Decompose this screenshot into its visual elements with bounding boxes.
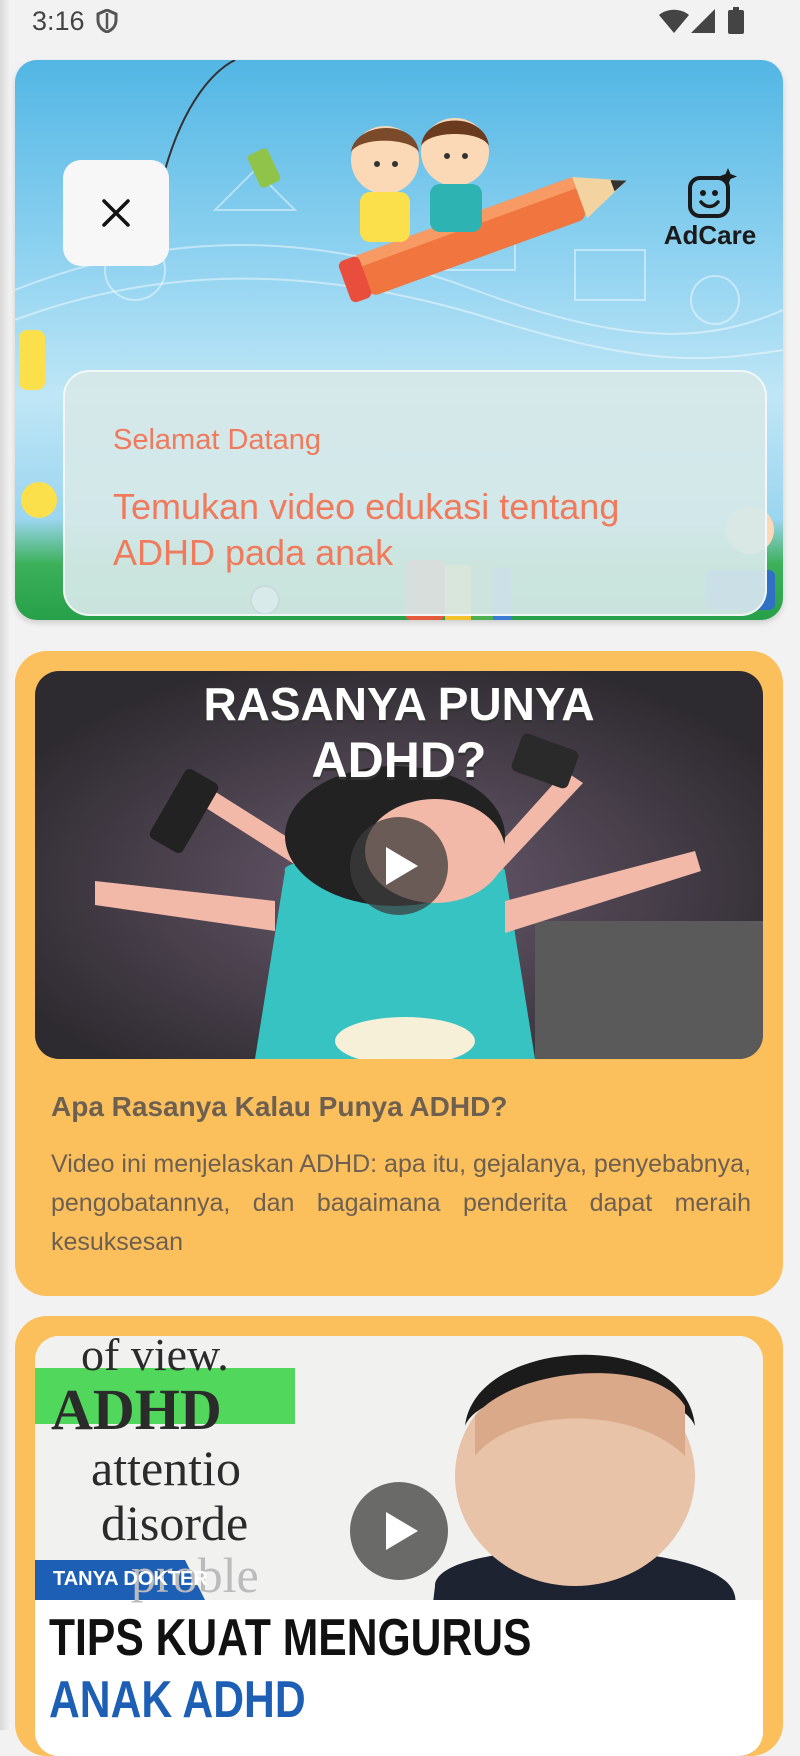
thumbnail-title-line-2: ANAK ADHD [49,1671,306,1729]
video-thumbnail[interactable]: of view. ADHD attentio disorde proble TA… [35,1336,763,1756]
close-button[interactable] [63,160,169,266]
welcome-greeting: Selamat Datang [113,424,321,456]
thumbnail-title-line-1: RASANYA PUNYA [203,678,595,730]
wifi-icon [659,9,689,33]
play-button[interactable] [350,817,448,915]
thumbnail-title-line-2: ADHD? [311,732,487,788]
brand-logo: AdCare [655,168,765,251]
video-card[interactable]: RASANYA PUNYA ADHD? Apa Rasanya Kalau Pu… [15,651,783,1296]
play-icon [386,847,418,885]
shield-icon [96,9,118,33]
welcome-card: Selamat Datang Temukan video edukasi ten… [63,370,767,616]
close-icon [102,199,130,227]
battery-icon [728,7,744,34]
signal-icon [691,9,715,33]
play-button[interactable] [350,1482,448,1580]
thumbnail-badge: TANYA DOKTER [53,1568,208,1590]
thumbnail-title: RASANYA PUNYA ADHD? [35,677,763,789]
dictionary-line: disorde [101,1495,249,1551]
dictionary-line: of view. [81,1336,229,1380]
dictionary-line: ADHD [51,1377,222,1442]
status-bar: 3:16 [0,0,800,44]
video-thumbnail[interactable]: RASANYA PUNYA ADHD? [35,671,763,1059]
video-card[interactable]: of view. ADHD attentio disorde proble TA… [15,1316,783,1756]
play-icon [386,1512,418,1550]
screen-edge [0,0,10,1730]
dictionary-line: attentio [91,1440,241,1496]
dictionary-text: of view. ADHD attentio disorde proble [51,1336,259,1600]
video-title: Apa Rasanya Kalau Punya ADHD? [51,1091,508,1122]
brand-name: AdCare [663,220,757,250]
thumbnail-title-line-1: TIPS KUAT MENGURUS [49,1609,532,1667]
video-description: Video ini menjelaskan ADHD: apa itu, gej… [51,1150,751,1256]
welcome-headline: Temukan video edukasi tentang ADHD pada … [113,486,620,573]
hero-banner: AdCare Selamat Datang Temukan video eduk… [15,60,783,620]
smiley-sparkle-icon [688,168,737,218]
status-time: 3:16 [32,6,85,36]
